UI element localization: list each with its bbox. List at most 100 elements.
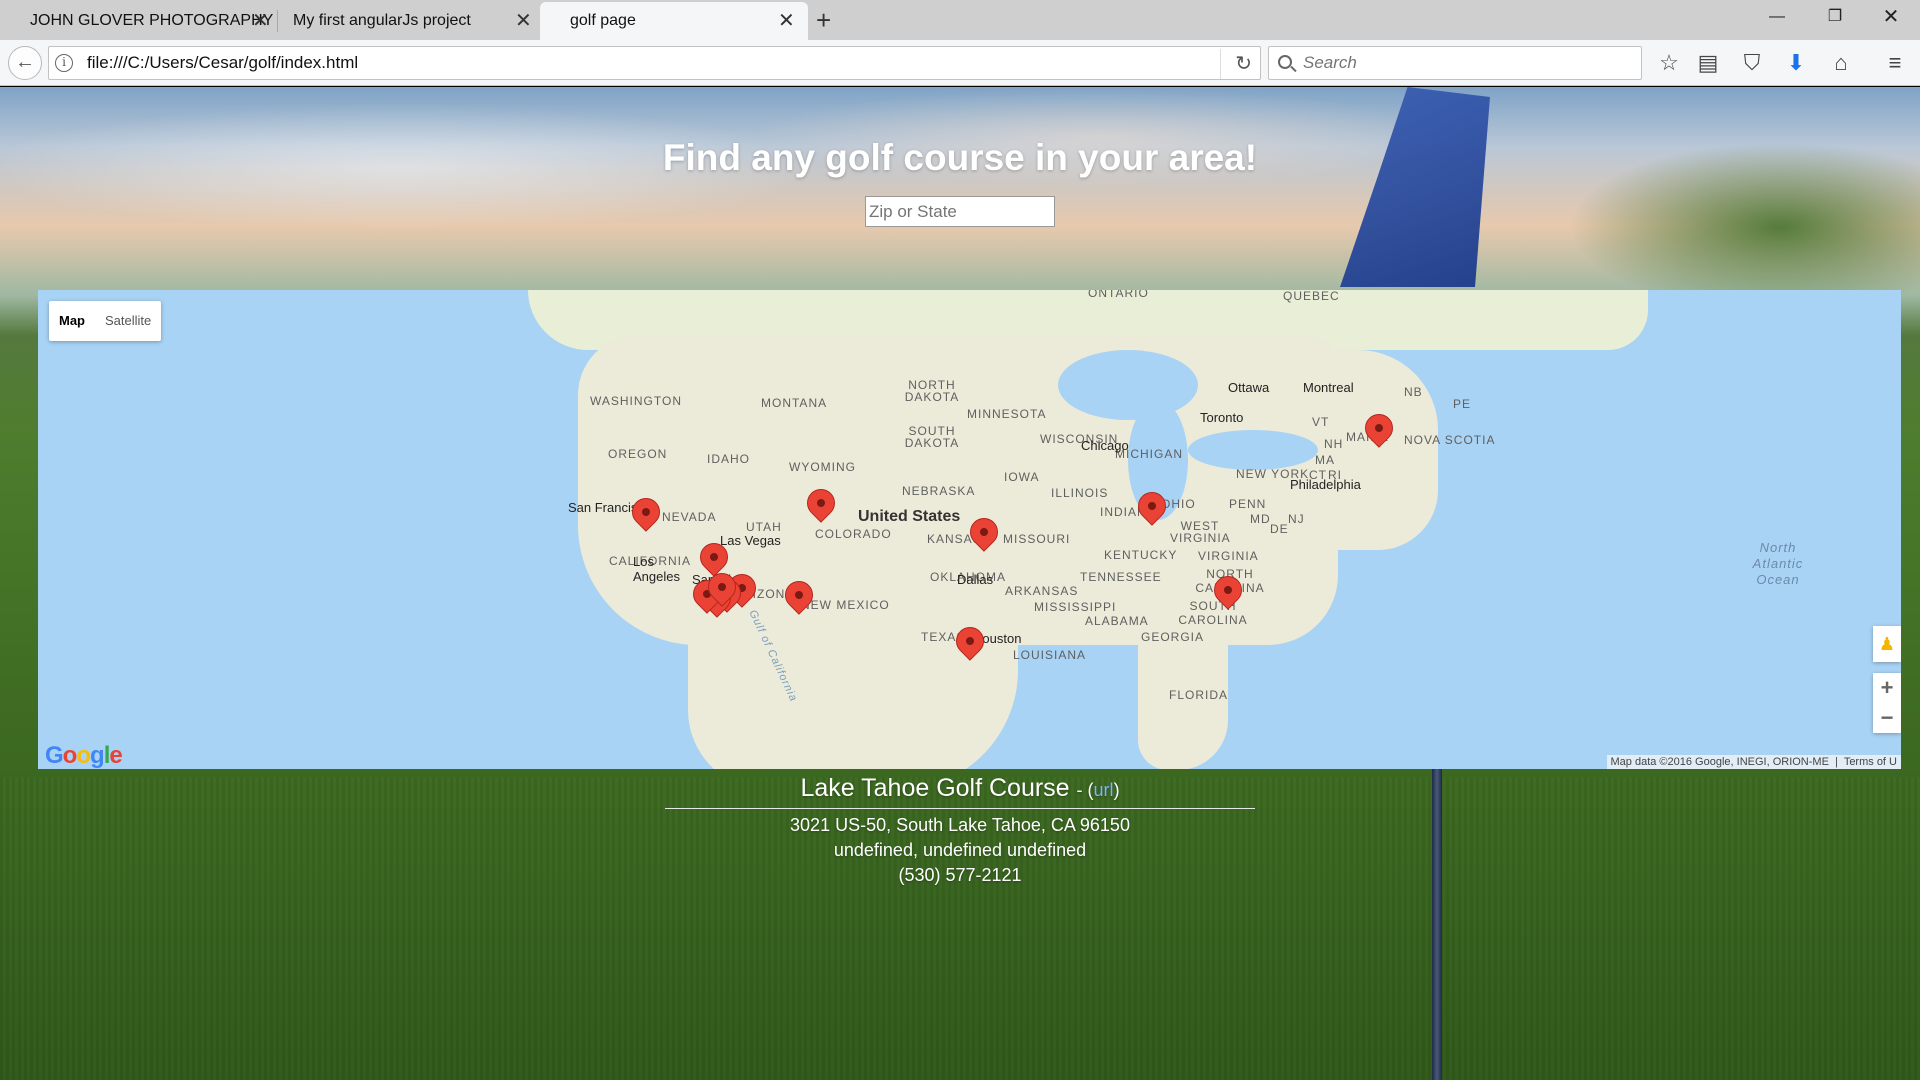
course-info: Lake Tahoe Golf Course - (url) 3021 US-5… <box>0 772 1920 888</box>
city-label: Las Vegas <box>720 533 781 548</box>
url-bar[interactable]: i file:///C:/Users/Cesar/golf/index.html… <box>48 46 1261 80</box>
region-label: TENNESSEE <box>1080 570 1162 584</box>
region-label: QUEBEC <box>1283 290 1340 303</box>
region-label: FLORIDA <box>1169 688 1229 702</box>
city-label: Chicago <box>1081 438 1129 453</box>
info-icon[interactable]: i <box>55 54 73 72</box>
course-separator: - ( <box>1076 780 1094 800</box>
search-icon <box>1278 55 1292 69</box>
city-label: Ottawa <box>1228 380 1270 395</box>
region-label: OREGON <box>608 447 668 461</box>
course-header: Lake Tahoe Golf Course - (url) <box>0 772 1920 806</box>
window-close-icon[interactable]: ✕ <box>1868 0 1914 34</box>
city-label: Los Angeles <box>633 554 680 584</box>
course-close-paren: ) <box>1113 780 1120 800</box>
map-lake <box>1058 350 1198 420</box>
region-label: PE <box>1453 397 1472 411</box>
zoom-in-button[interactable]: + <box>1873 673 1901 703</box>
region-label: SOUTH CAROLINA <box>1178 599 1248 627</box>
region-label: GEORGIA <box>1141 630 1205 644</box>
back-icon[interactable]: ← <box>8 46 42 80</box>
close-icon[interactable]: ✕ <box>778 2 795 40</box>
reload-icon[interactable]: ↻ <box>1220 49 1252 79</box>
region-label: NEBRASKA <box>902 484 976 498</box>
region-label: KENTUCKY <box>1104 548 1178 562</box>
minimize-icon[interactable]: — <box>1754 0 1800 34</box>
region-label: NJ <box>1288 512 1305 526</box>
region-label: VT <box>1312 415 1330 429</box>
city-label: Dallas <box>957 572 994 587</box>
street-view-pegman-icon[interactable]: ♟ <box>1873 626 1901 662</box>
tab-golf-page[interactable]: golf page ✕ <box>540 2 808 40</box>
pocket-icon[interactable]: ⛉ <box>1737 48 1767 78</box>
home-icon[interactable]: ⌂ <box>1826 48 1856 78</box>
region-label: MA <box>1315 453 1335 467</box>
region-label: UTAH <box>746 520 782 534</box>
region-label: COLORADO <box>815 527 892 541</box>
tab-title: My first angularJs project <box>293 12 471 29</box>
course-address: 3021 US-50, South Lake Tahoe, CA 96150 <box>790 815 1130 835</box>
zip-state-input[interactable] <box>865 196 1055 227</box>
course-phone: (530) 577-2121 <box>898 865 1022 885</box>
search-input[interactable] <box>1303 47 1623 79</box>
tab-title: golf page <box>570 12 636 29</box>
region-label: WASHINGTON <box>590 394 683 408</box>
region-label: MISSOURI <box>1003 532 1071 546</box>
region-label: VIRGINIA <box>1198 549 1259 563</box>
downloads-icon[interactable]: ⬇ <box>1781 48 1811 78</box>
restore-icon[interactable]: ❐ <box>1812 0 1858 34</box>
region-label: ARKANSAS <box>1005 584 1079 598</box>
new-tab-icon[interactable]: + <box>816 2 831 38</box>
map-attribution: Map data ©2016 Google, INEGI, ORION-ME |… <box>1606 755 1901 769</box>
page-content: Find any golf course in your area! ONTAR… <box>0 87 1920 1080</box>
region-label: DE <box>1270 522 1289 536</box>
search-bar[interactable] <box>1268 46 1642 80</box>
region-label: NH <box>1324 437 1344 451</box>
region-label: ONTARIO <box>1088 290 1149 300</box>
google-map[interactable]: ONTARIO QUEBEC NB PE NOVA SCOTIA WASHING… <box>38 290 1901 769</box>
tab-bar: JOHN GLOVER PHOTOGRAPHY ✕ My first angul… <box>0 0 1920 40</box>
region-label: MD <box>1250 512 1271 526</box>
region-label: MISSISSIPPI <box>1034 600 1117 614</box>
map-type-map-button[interactable]: Map <box>49 301 95 341</box>
page-title: Find any golf course in your area! <box>662 137 1258 178</box>
region-label: SOUTH DAKOTA <box>904 424 960 450</box>
region-label: NEVADA <box>662 510 717 524</box>
zoom-out-button[interactable]: − <box>1873 703 1901 733</box>
region-label: IDAHO <box>707 452 751 466</box>
course-name: Lake Tahoe Golf Course <box>800 774 1070 802</box>
region-label: MONTANA <box>761 396 828 410</box>
tab-title: JOHN GLOVER PHOTOGRAPHY <box>30 12 274 29</box>
divider <box>665 808 1255 809</box>
city-label: Toronto <box>1200 410 1244 425</box>
attribution-text: Map data ©2016 Google, INEGI, ORION-ME <box>1610 756 1829 768</box>
menu-icon[interactable]: ≡ <box>1880 48 1910 78</box>
google-logo: Google <box>45 742 123 769</box>
reading-list-icon[interactable]: ▤ <box>1693 48 1723 78</box>
tab-angular-project[interactable]: My first angularJs project ✕ <box>263 2 538 40</box>
region-label: ALABAMA <box>1085 614 1149 628</box>
map-type-control: Map Satellite <box>49 301 162 341</box>
map-type-satellite-button[interactable]: Satellite <box>95 301 161 341</box>
terms-link[interactable]: Terms of U <box>1844 756 1897 768</box>
url-text[interactable]: file:///C:/Users/Cesar/golf/index.html <box>87 47 358 79</box>
region-label: LOUISIANA <box>1013 648 1087 662</box>
city-label: Montreal <box>1303 380 1354 395</box>
zoom-control: + − <box>1873 673 1901 733</box>
city-label: Philadelphia <box>1290 477 1361 492</box>
region-label: NORTH DAKOTA <box>904 378 960 404</box>
region-label: NB <box>1404 385 1423 399</box>
ocean-label: North Atlantic Ocean <box>1752 540 1804 587</box>
map-lake <box>1188 430 1318 470</box>
country-label: United States <box>858 508 961 525</box>
region-label: WEST VIRGINIA <box>1170 519 1231 545</box>
region-label: NEW MEXICO <box>801 598 890 612</box>
region-label: PENN <box>1229 497 1267 511</box>
course-url-link[interactable]: url <box>1094 780 1114 800</box>
region-label: WYOMING <box>789 460 856 474</box>
navigation-toolbar: ← i file:///C:/Users/Cesar/golf/index.ht… <box>0 40 1920 86</box>
region-label: ILLINOIS <box>1051 486 1109 500</box>
bookmark-star-icon[interactable]: ☆ <box>1654 48 1684 78</box>
tab-john-glover[interactable]: JOHN GLOVER PHOTOGRAPHY ✕ <box>0 2 275 40</box>
close-icon[interactable]: ✕ <box>515 2 532 40</box>
